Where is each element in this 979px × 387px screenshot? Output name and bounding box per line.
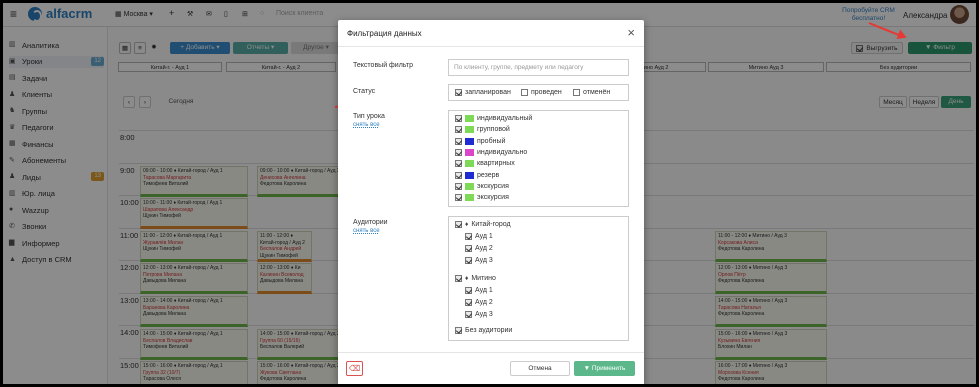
room-checkbox[interactable]	[465, 311, 472, 318]
lesson-type-label: индивидуально	[477, 148, 528, 156]
lesson-type-label: групповой	[477, 126, 510, 134]
lesson-type-option[interactable]: групповой	[455, 126, 510, 134]
status-option[interactable]: запланирован	[455, 89, 511, 96]
lesson-type-checkbox[interactable]	[455, 148, 462, 156]
room-option[interactable]: Ауд 1	[465, 233, 493, 240]
lesson-type-label: экскурсия	[477, 182, 509, 190]
lesson-type-label: индивидуальный	[477, 115, 533, 122]
status-checkbox[interactable]	[521, 89, 528, 96]
no-room-option[interactable]: Без аудитории	[455, 327, 512, 334]
room-checkbox[interactable]	[465, 245, 472, 252]
room-label: Ауд 3	[475, 311, 493, 318]
room-checkbox[interactable]	[465, 299, 472, 306]
map-pin-icon: ♦	[465, 221, 469, 228]
room-checkbox[interactable]	[465, 257, 472, 264]
status-checkbox[interactable]	[455, 89, 462, 96]
lesson-type-label: экскурсия	[477, 194, 509, 202]
location-label: Митино	[471, 275, 496, 282]
location-checkbox[interactable]	[455, 221, 462, 228]
no-room-label: Без аудитории	[465, 327, 513, 334]
color-swatch	[465, 137, 474, 145]
status-checkbox[interactable]	[573, 89, 580, 96]
location-label: Китай-город	[471, 221, 511, 228]
text-filter-label: Текстовый фильтр	[353, 62, 413, 69]
room-label: Ауд 3	[475, 257, 493, 264]
room-option[interactable]: Ауд 1	[465, 287, 493, 294]
color-swatch	[465, 182, 474, 190]
text-filter-input[interactable]: По клиенту, группе, предмету или педагог…	[448, 59, 629, 76]
color-swatch	[465, 148, 474, 156]
status-option-label: запланирован	[465, 89, 511, 96]
room-checkbox[interactable]	[465, 287, 472, 294]
lesson-type-label: Тип урока	[353, 113, 385, 120]
lesson-type-box: индивидуальный групповой пробный индивидуал…	[448, 110, 629, 207]
room-label: Ауд 2	[475, 299, 493, 306]
lesson-type-checkbox[interactable]	[455, 160, 462, 168]
room-label: Ауд 1	[475, 287, 493, 294]
close-icon[interactable]: ×	[627, 25, 635, 40]
eraser-icon: ⌫	[348, 364, 361, 373]
location-checkbox[interactable]	[455, 275, 462, 282]
lesson-type-option[interactable]: экскурсия	[455, 194, 509, 202]
lesson-type-option[interactable]: квартирных	[455, 160, 515, 168]
modal-footer: ⌫ Отмена ▼ Применить	[338, 352, 644, 384]
map-pin-icon: ♦	[465, 275, 469, 282]
lesson-type-checkbox[interactable]	[455, 115, 462, 122]
lesson-type-checkbox[interactable]	[455, 182, 462, 190]
status-option[interactable]: проведен	[521, 89, 562, 96]
room-option[interactable]: Ауд 2	[465, 299, 493, 306]
lesson-type-checkbox[interactable]	[455, 194, 462, 202]
lesson-type-clear-link[interactable]: снять все	[353, 122, 380, 128]
filter-modal: Фильтрация данных × Текстовый фильтр По …	[338, 20, 644, 384]
no-room-checkbox[interactable]	[455, 327, 462, 334]
room-checkbox[interactable]	[465, 233, 472, 240]
status-box: запланирован проведен отменён	[448, 84, 629, 101]
reset-filter-button[interactable]: ⌫	[346, 361, 363, 376]
location-option[interactable]: ♦ Митино	[455, 275, 496, 282]
color-swatch	[465, 115, 474, 122]
modal-title: Фильтрация данных	[347, 29, 422, 38]
rooms-box: ♦ Китай-город Ауд 1 Ауд 2 Ауд 3 ♦ Митино Ауд 1А…	[448, 216, 629, 341]
color-swatch	[465, 126, 474, 134]
status-option[interactable]: отменён	[573, 89, 610, 96]
lesson-type-option[interactable]: пробный	[455, 137, 506, 145]
app-window: ≡ alfacrm ▦ Москва ▾ + ⚒ ✉ ▯ ⊞ ○ Поиск к…	[3, 3, 976, 384]
lesson-type-option[interactable]: экскурсия	[455, 182, 509, 190]
location-option[interactable]: ♦ Китай-город	[455, 221, 511, 228]
rooms-clear-link[interactable]: снять все	[353, 228, 380, 234]
room-option[interactable]: Ауд 3	[465, 257, 493, 264]
room-label: Ауд 1	[475, 233, 493, 240]
room-option[interactable]: Ауд 3	[465, 311, 493, 318]
lesson-type-checkbox[interactable]	[455, 137, 462, 145]
modal-header: Фильтрация данных ×	[338, 20, 644, 47]
lesson-type-label: пробный	[477, 137, 506, 145]
color-swatch	[465, 194, 474, 202]
apply-button[interactable]: ▼ Применить	[574, 361, 635, 376]
lesson-type-checkbox[interactable]	[455, 126, 462, 134]
cancel-button[interactable]: Отмена	[510, 361, 570, 376]
color-swatch	[465, 160, 474, 168]
status-option-label: проведен	[531, 89, 562, 96]
lesson-type-label: резерв	[477, 171, 500, 179]
color-swatch	[465, 171, 474, 179]
lesson-type-option[interactable]: индивидуальный	[455, 115, 532, 122]
status-label: Статус	[353, 88, 376, 95]
lesson-type-checkbox[interactable]	[455, 171, 462, 179]
room-option[interactable]: Ауд 2	[465, 245, 493, 252]
lesson-type-option[interactable]: резерв	[455, 171, 500, 179]
status-option-label: отменён	[583, 89, 611, 96]
rooms-label: Аудитории	[353, 219, 388, 226]
lesson-type-label: квартирных	[477, 160, 515, 168]
room-label: Ауд 2	[475, 245, 493, 252]
lesson-type-option[interactable]: индивидуально	[455, 148, 528, 156]
